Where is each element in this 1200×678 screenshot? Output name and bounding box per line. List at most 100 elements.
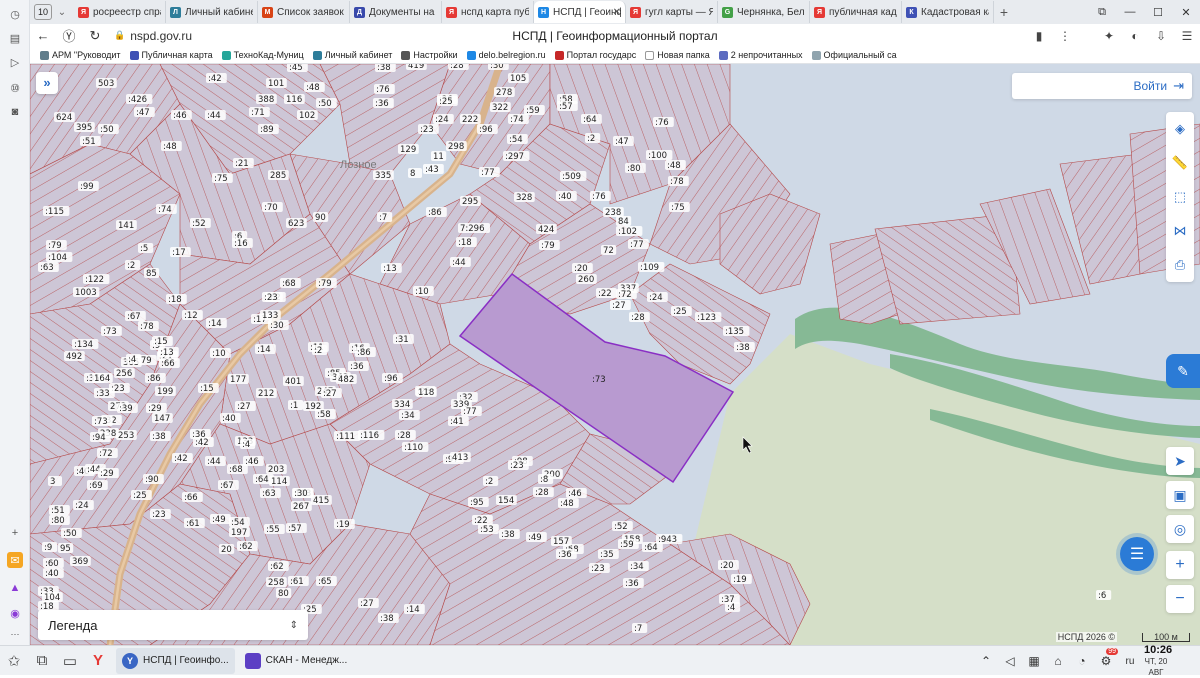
parcel-label[interactable]: :38 <box>377 64 391 73</box>
parcel-label[interactable]: :13 <box>160 348 174 358</box>
parcel-label[interactable]: :23 <box>264 293 278 303</box>
parcel-label[interactable]: :13 <box>383 264 397 274</box>
notifications-icon[interactable]: ⚙ 99 <box>1094 648 1118 668</box>
parcel-label[interactable]: :28 <box>535 488 549 498</box>
parcel-label[interactable]: 222 <box>462 115 478 125</box>
parcel-label[interactable]: :36 <box>375 99 389 109</box>
parcel-label[interactable]: :34 <box>401 411 415 421</box>
parcel-label[interactable]: :42 <box>195 438 209 448</box>
parcel-label[interactable]: 147 <box>154 414 170 424</box>
parcel-label[interactable]: :2 <box>485 477 493 487</box>
parcel-label[interactable]: :31 <box>395 335 409 345</box>
parcel-label[interactable]: :48 <box>163 142 177 152</box>
parcel-label[interactable]: :297 <box>505 152 524 162</box>
parcel-label[interactable]: 395 <box>76 123 92 133</box>
parcel-label[interactable]: 335 <box>375 171 391 181</box>
parcel-label[interactable]: :38 <box>380 614 394 624</box>
minimize-icon[interactable]: — <box>1116 6 1144 18</box>
parcel-label[interactable]: :74 <box>510 115 524 125</box>
file-manager-icon[interactable]: ▭ <box>56 647 84 675</box>
bookmark-item[interactable]: ТехноКад-Муниц <box>221 50 304 60</box>
parcel-label[interactable]: :24 <box>649 293 663 303</box>
parcel-label[interactable]: 129 <box>400 145 416 155</box>
parcel-label[interactable]: :67 <box>220 481 234 491</box>
parcel-label[interactable]: :2 <box>127 261 135 271</box>
parcel-label[interactable]: :40 <box>558 192 572 202</box>
parcel-label[interactable]: :45 <box>289 64 303 73</box>
legend-panel[interactable]: Легенда ⇕ <box>38 610 308 640</box>
parcel-label[interactable]: :77 <box>481 168 495 178</box>
parcel-label[interactable]: 369 <box>72 557 88 567</box>
parcel-label[interactable]: :115 <box>45 207 64 217</box>
browser-tab[interactable]: Л Личный кабинет <box>166 1 258 23</box>
parcel-label[interactable]: :40 <box>45 569 59 579</box>
parcel-label[interactable]: :80 <box>51 516 65 526</box>
parcel-label[interactable]: :66 <box>184 493 198 503</box>
parcel-label[interactable]: :72 <box>618 290 632 300</box>
parcel-label[interactable]: 141 <box>118 221 134 231</box>
parcel-label[interactable]: 177 <box>230 375 246 385</box>
parcel-label[interactable]: :43 <box>425 165 439 175</box>
parcel-label[interactable]: :27 <box>237 402 251 412</box>
parcel-label[interactable]: :35 <box>600 550 614 560</box>
parcel-label[interactable]: :52 <box>614 522 628 532</box>
parcel-label[interactable]: :102 <box>618 227 637 237</box>
parcel-label[interactable]: :134 <box>74 340 93 350</box>
parcel-label[interactable]: 419 <box>408 64 424 71</box>
parcel-label[interactable]: :72 <box>99 449 113 459</box>
parcel-label[interactable]: :64 <box>644 543 658 553</box>
parcel-label[interactable]: 101 <box>268 79 284 89</box>
parcel-label[interactable]: 401 <box>285 377 301 387</box>
parcel-label[interactable]: :24 <box>75 501 89 511</box>
parcel-label[interactable]: 114 <box>271 477 287 487</box>
parcel-label[interactable]: :96 <box>384 374 398 384</box>
parcel-label[interactable]: :69 <box>89 481 103 491</box>
parcel-label[interactable]: :41 <box>450 417 464 427</box>
parcel-label[interactable]: :25 <box>439 97 453 107</box>
history-icon[interactable]: ◷ <box>7 6 23 22</box>
usb-icon[interactable]: ⌂ <box>1046 654 1070 668</box>
parcel-label[interactable]: :1 <box>290 401 298 411</box>
parcel-label[interactable]: :79 <box>48 241 62 251</box>
tab-counter[interactable]: 10 <box>34 4 52 20</box>
parcel-label[interactable]: :104 <box>48 253 67 263</box>
parcel-label[interactable]: :51 <box>51 506 65 516</box>
parcel-label[interactable]: :58 <box>317 410 331 420</box>
parcel-label[interactable]: :23 <box>591 564 605 574</box>
parcel-label[interactable]: :14 <box>406 605 420 615</box>
parcel-label[interactable]: :86 <box>147 374 161 384</box>
close-tab-icon[interactable]: ✕ <box>613 7 621 18</box>
parcel-label[interactable]: 482 <box>338 375 354 385</box>
parcel-label[interactable]: :62 <box>270 562 284 572</box>
parcel-label[interactable]: :30 <box>490 64 504 71</box>
parcel-label[interactable]: :50 <box>63 529 77 539</box>
parcel-label[interactable]: :7 <box>634 624 642 634</box>
parcel-label[interactable]: :25 <box>673 307 687 317</box>
bookmark-item[interactable]: Личный кабинет <box>312 50 392 60</box>
parcel-label[interactable]: :33 <box>96 389 110 399</box>
parcel-label[interactable]: :23 <box>152 510 166 520</box>
login-button[interactable]: Войти ⇥ <box>1012 73 1192 99</box>
parcel-label[interactable]: 258 <box>268 578 284 588</box>
bookmark-item[interactable]: Публичная карта <box>129 50 213 60</box>
legend-toggle-icon[interactable]: ⇕ <box>290 620 298 631</box>
minimap-icon[interactable]: ▣ <box>1166 481 1194 509</box>
parcel-label[interactable]: 424 <box>538 225 554 235</box>
volume-icon[interactable]: ◁ <box>998 654 1022 668</box>
parcel-label[interactable]: :23 <box>420 125 434 135</box>
parcel-label[interactable]: :15 <box>154 337 168 347</box>
parcel-label[interactable]: :53 <box>480 525 494 535</box>
parcel-label[interactable]: 503 <box>98 79 114 89</box>
parcel-label[interactable]: :57 <box>288 524 302 534</box>
parcel-label[interactable]: :20 <box>720 561 734 571</box>
parcel-label[interactable]: :73 <box>103 327 117 337</box>
parcel-label[interactable]: 334 <box>394 400 410 410</box>
parcel-label[interactable]: :47 <box>615 137 629 147</box>
parcel-label[interactable]: :7 <box>379 213 387 223</box>
parcel-label[interactable]: :18 <box>168 295 182 305</box>
parcel-label[interactable]: 623 <box>288 219 304 229</box>
navigate-icon[interactable]: ➤ <box>1166 447 1194 475</box>
select-area-icon[interactable]: ⬚ <box>1166 180 1194 214</box>
parcel-label[interactable]: 212 <box>258 389 274 399</box>
parcel-label[interactable]: :51 <box>82 137 96 147</box>
